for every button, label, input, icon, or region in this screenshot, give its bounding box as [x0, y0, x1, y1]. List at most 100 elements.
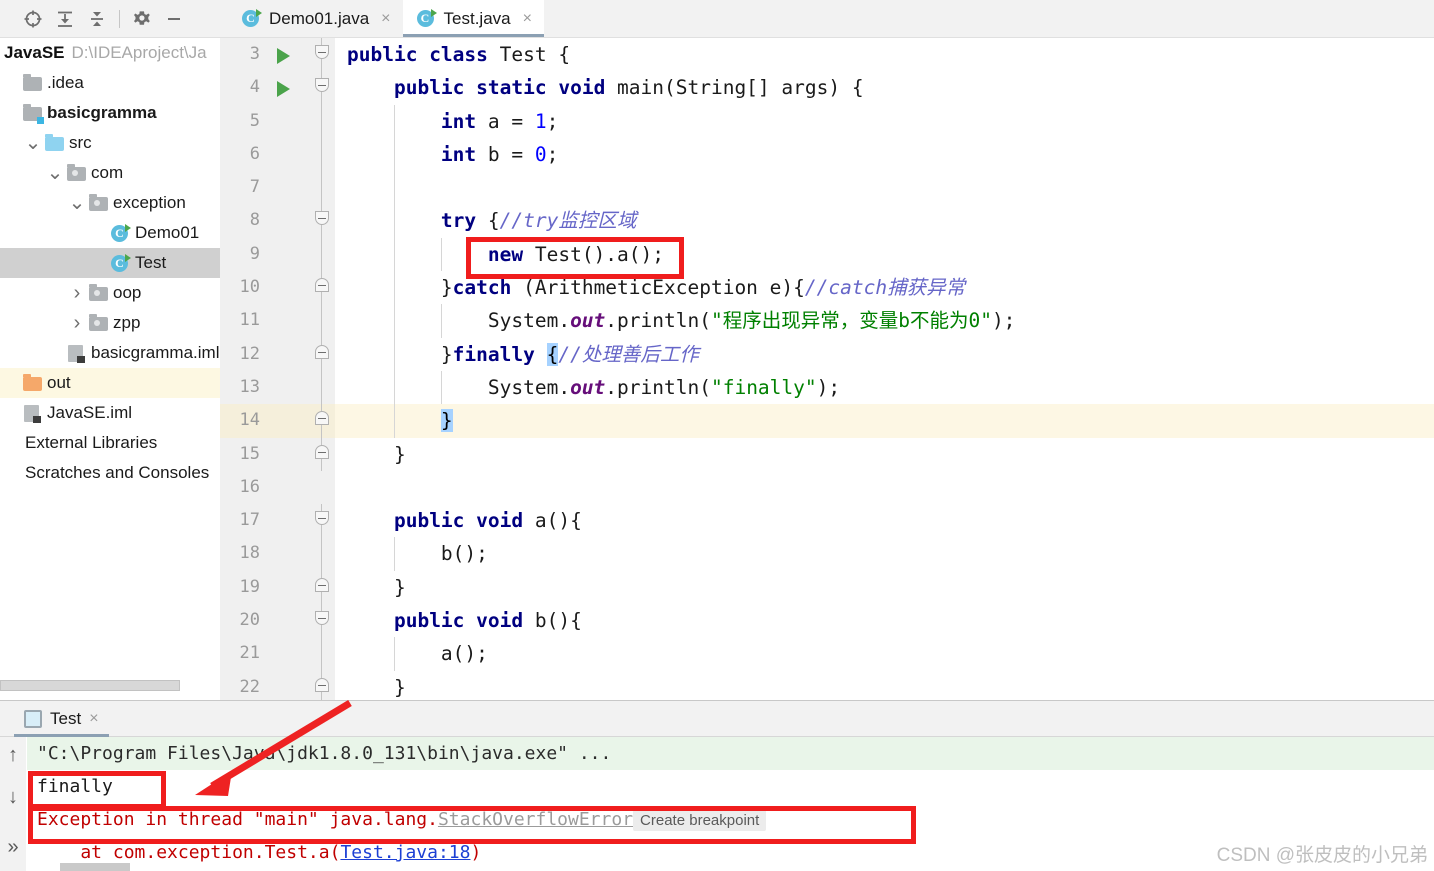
editor-tab-demo01[interactable]: C Demo01.java × — [228, 0, 403, 37]
tree-item-basicgramma[interactable]: basicgramma — [0, 98, 220, 128]
fold-gutter[interactable] — [310, 104, 335, 138]
chevron-right-icon[interactable]: › — [66, 282, 88, 305]
line-number: 3 — [220, 38, 268, 72]
tree-item-oop[interactable]: › oop — [0, 278, 220, 308]
indent-guide — [394, 204, 395, 238]
tree-item-zpp[interactable]: › zpp — [0, 308, 220, 338]
tree-item-demo01[interactable]: C Demo01 — [0, 218, 220, 248]
chevron-down-icon[interactable]: ⌄ — [66, 193, 88, 213]
run-gutter — [268, 437, 310, 471]
tree-item-external-libraries[interactable]: External Libraries — [0, 428, 220, 458]
code-line[interactable]: 16 — [220, 470, 1434, 505]
close-icon[interactable]: × — [89, 710, 98, 728]
code-line[interactable]: 22 } — [220, 670, 1434, 700]
expand-all-icon[interactable] — [50, 5, 80, 33]
code-line[interactable]: 11 System.out.println("程序出现异常，变量b不能为0"); — [220, 304, 1434, 338]
code-token: Test().a(); — [534, 242, 664, 266]
create-breakpoint-button[interactable]: Create breakpoint — [633, 810, 767, 831]
fold-gutter[interactable] — [310, 137, 335, 172]
code-token: a(); — [347, 642, 488, 666]
fold-gutter[interactable] — [310, 604, 335, 638]
fold-gutter[interactable] — [310, 570, 335, 605]
code-line[interactable]: 18 b(); — [220, 537, 1434, 571]
code-line[interactable]: 21 a(); — [220, 637, 1434, 671]
code-text: int a = 1; — [335, 104, 1434, 138]
fold-gutter[interactable] — [310, 38, 335, 72]
code-line[interactable]: 8 try {//try监控区域 — [220, 204, 1434, 238]
fold-gutter[interactable] — [310, 237, 335, 272]
fold-gutter[interactable] — [310, 71, 335, 105]
code-line[interactable]: 5 int a = 1; — [220, 104, 1434, 138]
run-gutter — [268, 104, 310, 138]
run-gutter — [268, 404, 310, 438]
code-line[interactable]: 9 new Test().a(); — [220, 237, 1434, 272]
code-token: void — [558, 76, 618, 100]
project-root-row[interactable]: JavaSE D:\IDEAproject\Ja — [0, 38, 220, 68]
collapse-all-icon[interactable] — [82, 5, 112, 33]
run-gutter — [268, 537, 310, 571]
tree-item-idea[interactable]: .idea — [0, 68, 220, 98]
stacktrace-file-link[interactable]: Test.java:18 — [340, 842, 470, 863]
fold-gutter[interactable] — [310, 271, 335, 305]
code-line[interactable]: 7 — [220, 171, 1434, 205]
code-line[interactable]: 17 public void a(){ — [220, 504, 1434, 538]
code-editor[interactable]: 3 public class Test {4 public static void… — [220, 38, 1434, 700]
exception-class-link[interactable]: StackOverflowError — [438, 809, 633, 830]
fold-gutter[interactable] — [310, 504, 335, 538]
code-line[interactable]: 6 int b = 0; — [220, 137, 1434, 172]
fold-gutter[interactable] — [310, 304, 335, 338]
close-icon[interactable]: × — [523, 10, 532, 28]
code-line[interactable]: 14 } — [220, 404, 1434, 438]
expand-more-button[interactable]: » — [7, 837, 18, 857]
code-token: .println( — [605, 375, 711, 399]
fold-gutter[interactable] — [310, 337, 335, 371]
project-tree-panel[interactable]: JavaSE D:\IDEAproject\Ja .idea basicgramm… — [0, 38, 220, 688]
console-line-command: "C:\Program Files\Java\jdk1.8.0_131\bin\… — [27, 737, 1434, 770]
fold-gutter[interactable] — [310, 171, 335, 205]
tree-item-scratches-and-consoles[interactable]: Scratches and Consoles — [0, 458, 220, 488]
code-line[interactable]: 12 }finally {//处理善后工作 — [220, 337, 1434, 371]
code-token: b = — [487, 142, 535, 166]
code-line[interactable]: 20 public void b(){ — [220, 604, 1434, 638]
settings-gear-icon[interactable] — [127, 5, 157, 33]
sidebar-horizontal-scrollbar[interactable] — [0, 680, 180, 691]
tree-item-exception[interactable]: ⌄ exception — [0, 188, 220, 218]
close-icon[interactable]: × — [381, 10, 390, 28]
fold-gutter[interactable] — [310, 404, 335, 438]
code-line[interactable]: 15 } — [220, 437, 1434, 471]
line-number: 9 — [220, 237, 268, 272]
locate-icon[interactable] — [18, 5, 48, 33]
code-line[interactable]: 19 } — [220, 570, 1434, 605]
scroll-down-button[interactable]: ↓ — [8, 787, 18, 807]
run-tab-test[interactable]: Test × — [14, 701, 109, 737]
fold-gutter[interactable] — [310, 204, 335, 238]
fold-gutter[interactable] — [310, 637, 335, 671]
chevron-right-icon[interactable]: › — [66, 312, 88, 335]
code-line[interactable]: 13 System.out.println("finally"); — [220, 370, 1434, 405]
tree-item-test[interactable]: C Test — [0, 248, 220, 278]
code-token: } — [347, 276, 453, 300]
tree-item-src[interactable]: ⌄ src — [0, 128, 220, 158]
code-line[interactable]: 10 }catch (ArithmeticException e){//catc… — [220, 271, 1434, 305]
tree-item-out[interactable]: out — [0, 368, 220, 398]
console-horizontal-scrollbar[interactable] — [60, 863, 130, 871]
code-line[interactable]: 3 public class Test { — [220, 38, 1434, 72]
line-number: 13 — [220, 370, 268, 405]
fold-gutter[interactable] — [310, 437, 335, 471]
editor-tab-test[interactable]: C Test.java × — [402, 0, 545, 37]
code-token: a = — [487, 109, 535, 133]
chevron-down-icon[interactable]: ⌄ — [22, 133, 44, 153]
hide-panel-icon[interactable] — [159, 5, 189, 33]
tree-item-basicgramma-iml[interactable]: basicgramma.iml — [0, 338, 220, 368]
fold-gutter[interactable] — [310, 670, 335, 700]
tree-item-javase-iml[interactable]: JavaSE.iml — [0, 398, 220, 428]
code-line[interactable]: 4 public static void main(String[] args)… — [220, 71, 1434, 105]
run-gutter-icon[interactable] — [268, 38, 310, 72]
chevron-down-icon[interactable]: ⌄ — [44, 163, 66, 183]
run-gutter-icon[interactable] — [268, 71, 310, 105]
scroll-up-button[interactable]: ↑ — [8, 745, 18, 765]
fold-gutter[interactable] — [310, 537, 335, 571]
fold-gutter[interactable] — [310, 370, 335, 405]
tree-item-com[interactable]: ⌄ com — [0, 158, 220, 188]
